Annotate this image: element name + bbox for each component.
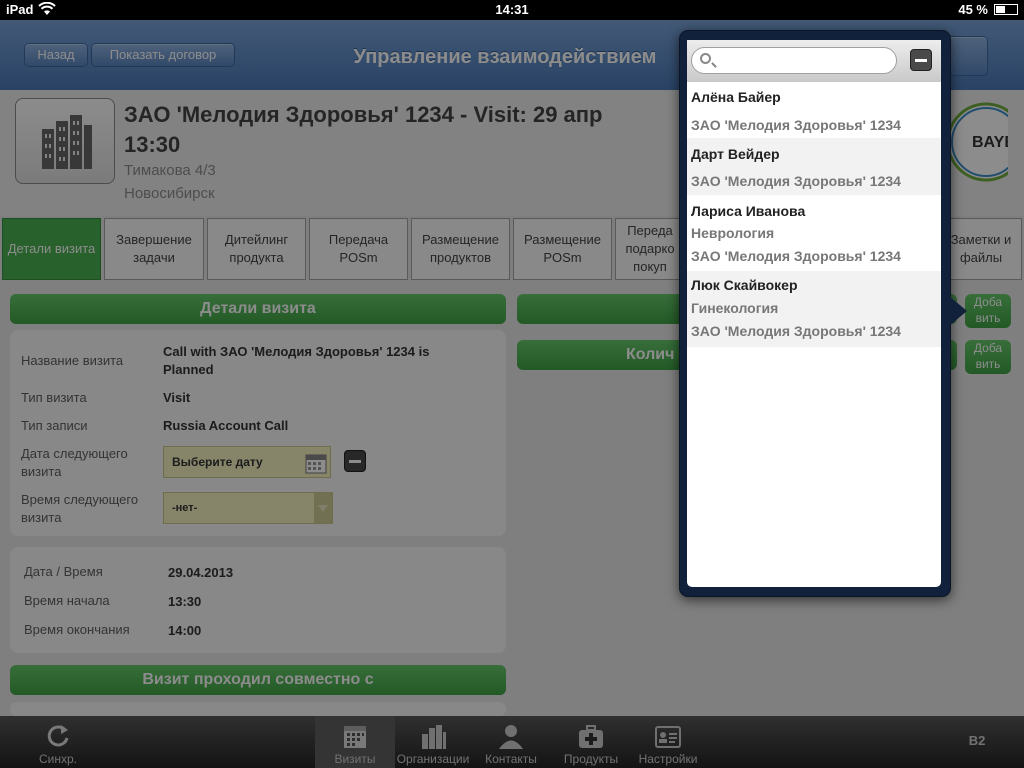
visit-type-value: Visit — [163, 390, 191, 405]
end-time-label: Время окончания — [24, 622, 130, 637]
popover-arrow — [949, 296, 967, 326]
start-time-value: 13:30 — [168, 594, 202, 609]
tab-product-placement[interactable]: Размещение продуктов — [411, 218, 510, 280]
account-title: ЗАО 'Мелодия Здоровья' 1234 - Visit: 29 … — [124, 102, 603, 157]
tab-posm-transfer[interactable]: Передача POSm — [309, 218, 408, 280]
next-visit-time-select[interactable]: -нет- — [163, 492, 333, 524]
time-select-value: -нет- — [172, 502, 198, 514]
buildings-icon — [422, 725, 446, 749]
battery-percent: 45 % — [958, 2, 988, 17]
contact-name: Дарт Вейдер — [691, 146, 780, 162]
tab-gifts[interactable]: Переда подарко покуп — [615, 218, 685, 280]
id-card-icon — [655, 726, 681, 748]
start-time-label: Время начала — [24, 593, 110, 608]
contact-specialty: Гинекология — [691, 300, 779, 316]
tab-posm-placement[interactable]: Размещение POSm — [513, 218, 612, 280]
contact-item[interactable]: Алёна Байер ЗАО 'Мелодия Здоровья' 1234 — [687, 82, 941, 138]
tab-task-completion[interactable]: Завершение задачи — [104, 218, 204, 280]
next-visit-date-field[interactable]: Выберите дату — [163, 446, 331, 478]
contact-icon — [499, 725, 523, 749]
status-bar: iPad 14:31 45 % — [0, 0, 1024, 20]
tabbar-contacts[interactable]: Контакты — [473, 716, 549, 768]
contact-name: Люк Скайвокер — [691, 277, 798, 293]
contact-item[interactable]: Лариса Иванова Неврология ЗАО 'Мелодия З… — [687, 195, 941, 271]
account-street: Тимакова 4/3 — [124, 162, 216, 179]
contact-item[interactable]: Дарт Вейдер ЗАО 'Мелодия Здоровья' 1234 — [687, 138, 941, 195]
bayer-logo-text: BAYER — [972, 134, 1008, 151]
tab-notes-files[interactable]: Заметки и файлы — [940, 218, 1022, 280]
tabbar-organizations[interactable]: Организации — [393, 716, 473, 768]
tabbar-products[interactable]: Продукты — [553, 716, 629, 768]
bayer-logo: BAYER — [944, 100, 1024, 184]
dropdown-arrow-icon — [314, 493, 332, 523]
contact-name: Лариса Иванова — [691, 203, 806, 219]
record-type-value: Russia Account Call — [163, 418, 289, 433]
tabbar-visits[interactable]: Визиты — [315, 716, 395, 768]
contact-name: Алёна Байер — [691, 89, 781, 105]
page-title: Управление взаимодействием — [353, 46, 657, 68]
show-contract-button[interactable]: Показать договор — [91, 43, 235, 67]
building-icon — [42, 115, 92, 169]
joint-visit-card — [10, 702, 506, 716]
calendar-tab-icon — [344, 726, 366, 748]
tabbar-settings-label: Настройки — [638, 752, 698, 766]
sync-label: Синхр. — [38, 752, 77, 766]
next-visit-date-label: Дата следующего визита — [21, 446, 128, 479]
sync-icon — [47, 725, 69, 747]
back-button[interactable]: Назад — [24, 43, 88, 67]
remove-icon[interactable] — [910, 49, 932, 71]
tabbar-visits-label: Визиты — [334, 752, 376, 766]
tab-product-detailing[interactable]: Дитейлинг продукта — [207, 218, 306, 280]
battery-icon — [994, 4, 1018, 15]
visit-type-label: Тип визита — [21, 390, 87, 405]
record-type-label: Тип записи — [21, 418, 88, 433]
date-placeholder: Выберите дату — [172, 455, 263, 469]
version-label: B2 — [955, 716, 999, 768]
datetime-label: Дата / Время — [24, 564, 103, 579]
calendar-icon — [305, 454, 327, 474]
search-icon — [700, 53, 711, 64]
account-city: Новосибирск — [124, 185, 215, 202]
contact-org: ЗАО 'Мелодия Здоровья' 1234 — [691, 248, 901, 264]
contact-org: ЗАО 'Мелодия Здоровья' 1234 — [691, 173, 901, 189]
tabbar-contacts-label: Контакты — [485, 752, 537, 766]
contact-item[interactable]: Люк Скайвокер Гинекология ЗАО 'Мелодия З… — [687, 271, 941, 347]
medical-kit-icon — [579, 725, 603, 748]
tab-visit-details[interactable]: Детали визита — [2, 218, 101, 280]
contact-specialty: Неврология — [691, 225, 775, 241]
account-logo — [15, 98, 115, 184]
version-text: B2 — [968, 733, 986, 748]
datetime-value: 29.04.2013 — [168, 565, 234, 580]
tabbar-products-label: Продукты — [563, 752, 619, 766]
battery-fill — [996, 6, 1005, 13]
end-time-value: 14:00 — [168, 623, 202, 638]
sync-button[interactable]: Синхр. — [18, 716, 98, 768]
contact-org: ЗАО 'Мелодия Здоровья' 1234 — [691, 323, 901, 339]
visit-name-label: Название визита — [21, 353, 124, 368]
visit-name-value: Call with ЗАО 'Мелодия Здоровья' 1234 is… — [163, 344, 430, 377]
remove-icon[interactable] — [344, 450, 366, 472]
visit-details-header: Детали визита — [10, 294, 506, 324]
search-input[interactable] — [718, 51, 894, 72]
add-button-2[interactable]: Доба вить — [965, 340, 1011, 374]
contact-org: ЗАО 'Мелодия Здоровья' 1234 — [691, 117, 901, 133]
add-button-1[interactable]: Доба вить — [965, 294, 1011, 328]
clock: 14:31 — [495, 2, 529, 17]
tabbar-settings[interactable]: Настройки — [630, 716, 706, 768]
joint-visit-header: Визит проходил совместно с — [10, 665, 506, 695]
search-field[interactable] — [691, 47, 897, 74]
tabbar-organizations-label: Организации — [396, 752, 470, 766]
next-visit-time-label: Время следующего визита — [21, 492, 139, 525]
